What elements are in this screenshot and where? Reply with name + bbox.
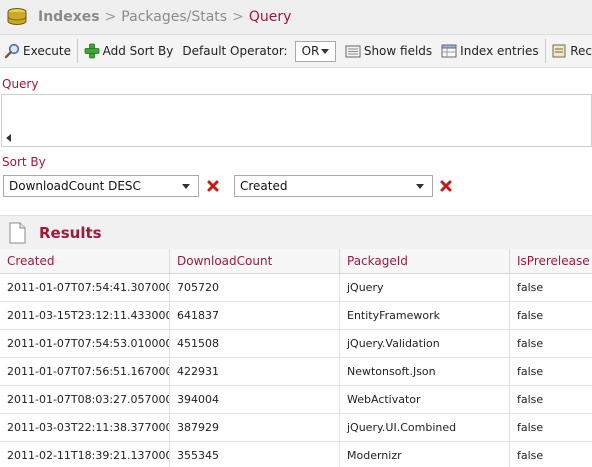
execute-search-icon: [4, 43, 20, 59]
cell-isprerelease: false: [517, 281, 544, 294]
remove-sort-1-button[interactable]: [206, 179, 220, 193]
index-entries-icon: [441, 43, 457, 59]
execute-button[interactable]: Execute: [4, 40, 71, 62]
cell-downloadcount: 451508: [170, 330, 340, 357]
cell-downloadcount: 355345: [170, 442, 340, 467]
table-row[interactable]: 2011-02-11T18:39:21.1370000 355345 Moder…: [0, 442, 592, 467]
sort-by-label: Sort By: [2, 155, 46, 169]
add-sort-by-button[interactable]: Add Sort By: [84, 40, 174, 62]
grid-header-row: Created DownloadCount PackageId IsPrerel…: [0, 249, 592, 274]
toolbar-divider: [544, 39, 546, 63]
cell-isprerelease: false: [517, 421, 544, 434]
chevron-down-icon: [416, 183, 424, 189]
cell-isprerelease: false: [517, 309, 544, 322]
results-header: Results: [0, 215, 592, 249]
add-sort-by-label: Add Sort By: [102, 44, 174, 58]
cell-downloadcount: 394004: [170, 386, 340, 413]
column-header-isprerelease[interactable]: IsPrerelease: [510, 249, 592, 273]
execute-label: Execute: [23, 44, 71, 58]
breadcrumb-separator: >: [104, 9, 117, 25]
default-operator-label: Default Operator:: [182, 44, 288, 58]
scroll-left-arrow-icon[interactable]: [6, 134, 11, 142]
sort-field-select-1[interactable]: DownloadCount DESC: [3, 175, 199, 197]
cell-packageid: jQuery.Validation: [340, 330, 510, 357]
default-operator-value: OR: [301, 44, 320, 58]
remove-x-icon: [207, 180, 219, 192]
cell-packageid: jQuery: [340, 274, 510, 301]
chevron-down-icon: [320, 48, 329, 54]
show-fields-label: Show fields: [363, 44, 433, 58]
cell-isprerelease: false: [517, 449, 544, 462]
add-plus-icon: [84, 43, 100, 59]
results-grid: Created DownloadCount PackageId IsPrerel…: [0, 249, 592, 467]
table-row[interactable]: 2011-01-07T07:54:41.3070000 705720 jQuer…: [0, 274, 592, 302]
column-header-created[interactable]: Created: [0, 249, 170, 273]
cell-packageid: EntityFramework: [340, 302, 510, 329]
cell-created: 2011-01-07T08:03:27.0570000: [0, 386, 170, 413]
query-input[interactable]: [1, 94, 592, 147]
cell-created: 2011-01-07T07:54:53.0100000: [0, 330, 170, 357]
recent-icon: [551, 43, 567, 59]
cell-downloadcount: 705720: [170, 274, 340, 301]
column-header-packageid[interactable]: PackageId: [340, 249, 510, 273]
cell-packageid: jQuery.UI.Combined: [340, 414, 510, 441]
cell-isprerelease: false: [517, 365, 544, 378]
column-header-downloadcount[interactable]: DownloadCount: [170, 249, 340, 273]
query-label: Query: [2, 77, 39, 91]
cell-created: 2011-03-15T23:12:11.4330000: [0, 302, 170, 329]
table-row[interactable]: 2011-03-03T22:11:38.3770000 387929 jQuer…: [0, 414, 592, 442]
breadcrumb-bar: Indexes > Packages/Stats > Query: [0, 0, 592, 35]
show-fields-icon: [345, 43, 361, 59]
cell-isprerelease: false: [517, 393, 544, 406]
index-entries-label: Index entries: [460, 44, 539, 58]
database-icon: [6, 7, 28, 27]
cell-isprerelease: false: [517, 337, 544, 350]
cell-downloadcount: 422931: [170, 358, 340, 385]
document-icon: [9, 222, 26, 244]
sort-field-value-1: DownloadCount DESC: [9, 179, 141, 193]
table-row[interactable]: 2011-01-07T07:56:51.1670000 422931 Newto…: [0, 358, 592, 386]
index-entries-button[interactable]: Index entries: [441, 40, 539, 62]
results-title: Results: [39, 223, 102, 242]
default-operator-select[interactable]: OR: [294, 40, 336, 62]
cell-packageid: WebActivator: [340, 386, 510, 413]
show-fields-button[interactable]: Show fields: [345, 40, 432, 62]
table-row[interactable]: 2011-03-15T23:12:11.4330000 641837 Entit…: [0, 302, 592, 330]
cell-created: 2011-02-11T18:39:21.1370000: [0, 442, 170, 467]
sort-field-select-2[interactable]: Created: [234, 175, 433, 197]
breadcrumb-index-link[interactable]: Packages/Stats: [121, 9, 227, 25]
breadcrumb-separator: >: [232, 9, 244, 25]
cell-downloadcount: 641837: [170, 302, 340, 329]
cell-packageid: Modernizr: [340, 442, 510, 467]
breadcrumb-current: Query: [248, 9, 292, 25]
cell-created: 2011-01-07T07:56:51.1670000: [0, 358, 170, 385]
table-row[interactable]: 2011-01-07T08:03:27.0570000 394004 WebAc…: [0, 386, 592, 414]
truncated-label: Rec: [570, 44, 592, 58]
cell-downloadcount: 387929: [170, 414, 340, 441]
cell-created: 2011-01-07T07:54:41.3070000: [0, 274, 170, 301]
sort-field-value-2: Created: [240, 179, 288, 193]
truncated-toolbar-button[interactable]: Rec: [551, 40, 592, 62]
remove-sort-2-button[interactable]: [439, 179, 453, 193]
toolbar-divider: [77, 39, 78, 63]
cell-packageid: Newtonsoft.Json: [340, 358, 510, 385]
breadcrumb-indexes-link[interactable]: Indexes: [38, 9, 100, 25]
chevron-down-icon: [182, 183, 190, 189]
cell-created: 2011-03-03T22:11:38.3770000: [0, 414, 170, 441]
table-row[interactable]: 2011-01-07T07:54:53.0100000 451508 jQuer…: [0, 330, 592, 358]
remove-x-icon: [440, 180, 452, 192]
toolbar: Execute Add Sort By Default Operator: OR…: [0, 35, 592, 68]
